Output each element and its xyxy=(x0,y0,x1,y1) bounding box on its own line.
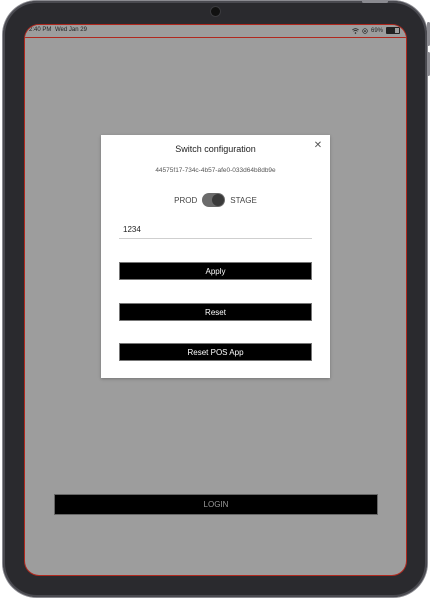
prod-label: PROD xyxy=(174,195,198,205)
tablet-screen: 2:40 PM Wed Jan 29 69% Switch configurat… xyxy=(25,25,406,575)
stage-label: STAGE xyxy=(230,195,257,205)
toggle-knob xyxy=(212,194,225,206)
apply-button[interactable]: Apply xyxy=(119,262,312,280)
battery-level xyxy=(387,28,396,33)
environment-toggle[interactable] xyxy=(202,193,226,207)
environment-switch-row: PROD STAGE xyxy=(101,192,330,208)
battery-percent: 69% xyxy=(370,27,383,34)
front-camera xyxy=(211,7,220,16)
device-id: 44575f17-734c-4b57-afe0-033d64b8db9e xyxy=(155,167,276,174)
battery-icon xyxy=(386,27,400,34)
wifi-icon xyxy=(352,27,359,34)
dialog-title: Switch configuration xyxy=(175,144,256,154)
status-date: Wed Jan 29 xyxy=(55,27,87,33)
switch-configuration-dialog: Switch configuration ✕ 44575f17-734c-4b5… xyxy=(101,135,330,378)
status-time: 2:40 PM xyxy=(29,27,52,33)
volume-up-button xyxy=(427,22,430,46)
status-indicators: 69% xyxy=(352,27,400,34)
status-bar: 2:40 PM Wed Jan 29 69% xyxy=(25,25,406,38)
code-input[interactable] xyxy=(119,221,312,239)
volume-down-button xyxy=(427,52,430,76)
login-button[interactable]: LOGIN xyxy=(54,494,378,515)
close-icon[interactable]: ✕ xyxy=(313,141,323,151)
power-button xyxy=(362,0,388,3)
orientation-lock-icon xyxy=(362,27,368,34)
reset-button[interactable]: Reset xyxy=(119,303,312,321)
reset-pos-app-button[interactable]: Reset POS App xyxy=(119,343,312,361)
